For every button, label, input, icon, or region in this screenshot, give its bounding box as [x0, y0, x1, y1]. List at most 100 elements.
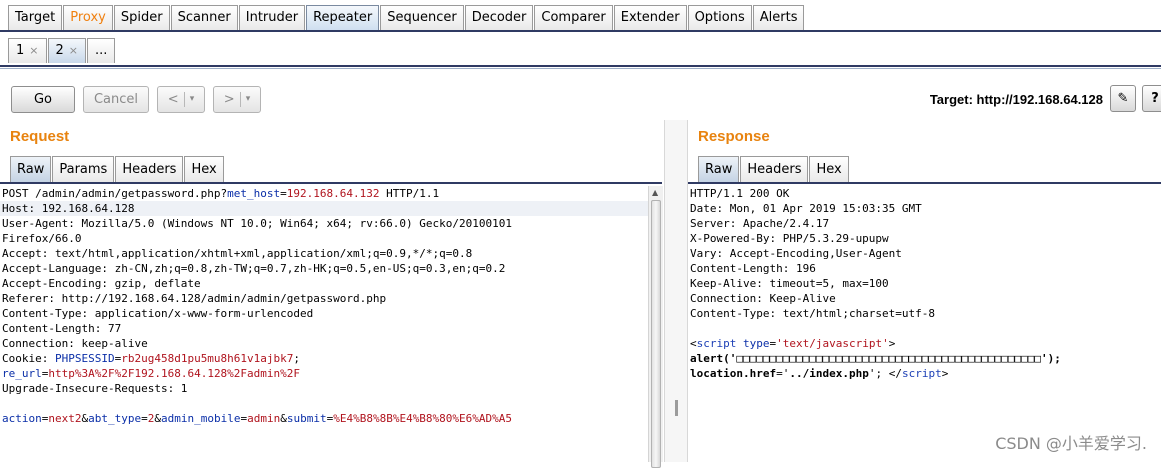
- response-text-segment: script: [696, 337, 737, 350]
- new-repeater-tab-button[interactable]: ...: [87, 38, 116, 63]
- scrollbar-thumb[interactable]: [651, 200, 661, 468]
- cancel-button[interactable]: Cancel: [83, 86, 149, 113]
- button-separator: [239, 92, 241, 107]
- request-text-segment: Upgrade-Insecure-Requests: 1: [2, 382, 188, 395]
- response-tab-divider: [688, 182, 1161, 184]
- pane-splitter[interactable]: [664, 120, 688, 462]
- repeater-tab-2[interactable]: 2 ×: [47, 38, 86, 63]
- back-history-dropdown-icon[interactable]: ▾: [190, 87, 195, 112]
- response-text-segment: [736, 337, 743, 350]
- request-text-segment: Referer: http://192.168.64.128/admin/adm…: [2, 292, 387, 305]
- request-line: [0, 396, 648, 411]
- repeater-tab-label: ...: [95, 43, 108, 58]
- tab-decoder[interactable]: Decoder: [464, 5, 534, 30]
- close-icon[interactable]: ×: [29, 39, 38, 63]
- tab-scanner[interactable]: Scanner: [170, 5, 238, 30]
- response-text-segment: (': [723, 352, 737, 365]
- repeater-tab-1[interactable]: 1 ×: [8, 38, 47, 63]
- repeater-tab-divider: [0, 65, 1161, 67]
- request-line: Content-Type: application/x-www-form-url…: [0, 306, 648, 321]
- response-line: Content-Type: text/html;charset=utf-8: [688, 306, 1161, 321]
- request-line: Accept: text/html,application/xhtml+xml,…: [0, 246, 648, 261]
- request-line: POST /admin/admin/getpassword.php?met_ho…: [0, 186, 648, 201]
- request-text-segment: Accept-Language: zh-CN,zh;q=0.8,zh-TW;q=…: [2, 262, 506, 275]
- request-tab-raw[interactable]: Raw: [10, 156, 52, 182]
- tab-options[interactable]: Options: [687, 5, 752, 30]
- request-tab-headers[interactable]: Headers: [115, 156, 184, 182]
- response-line: Server: Apache/2.4.17: [688, 216, 1161, 231]
- request-text-segment: http%3A%2F%2F192.168.64.128%2Fadmin%2F: [48, 367, 301, 380]
- repeater-tab-divider-light: [0, 68, 1161, 69]
- request-text-segment: PHPSESSID: [54, 352, 115, 365]
- request-editor[interactable]: POST /admin/admin/getpassword.php?met_ho…: [0, 186, 648, 462]
- response-text-segment: Date: Mon, 01 Apr 2019 15:03:35 GMT: [690, 202, 922, 215]
- response-view-tabs: Raw Headers Hex: [698, 156, 850, 182]
- tab-target[interactable]: Target: [8, 5, 63, 30]
- response-text-segment: Keep-Alive: timeout=5, max=100: [690, 277, 889, 290]
- response-text-segment: ../index.php: [789, 367, 869, 380]
- response-tab-raw[interactable]: Raw: [698, 156, 740, 182]
- response-line: Vary: Accept-Encoding,User-Agent: [688, 246, 1161, 261]
- response-tab-hex[interactable]: Hex: [809, 156, 849, 182]
- tab-proxy[interactable]: Proxy: [63, 5, 113, 30]
- request-text-segment: admin: [247, 412, 281, 425]
- response-text-segment: script: [901, 367, 942, 380]
- pencil-icon: ✎: [1117, 91, 1129, 106]
- main-tab-row: Target Proxy Spider Scanner Intruder Repeater…: [8, 5, 805, 30]
- request-line: Accept-Language: zh-CN,zh;q=0.8,zh-TW;q=…: [0, 261, 648, 276]
- repeater-toolbar: Go Cancel < ▾ > ▾ Target: http://192.168…: [0, 70, 1161, 120]
- response-text-segment: Server: Apache/2.4.17: [690, 217, 830, 230]
- splitter-grip-icon[interactable]: [675, 400, 678, 416]
- request-text-segment: Cookie:: [2, 352, 55, 365]
- request-text-segment: admin_mobile: [160, 412, 241, 425]
- response-line: alert('□□□□□□□□□□□□□□□□□□□□□□□□□□□□□□□□□…: [688, 351, 1161, 366]
- response-line: HTTP/1.1 200 OK: [688, 186, 1161, 201]
- tab-comparer[interactable]: Comparer: [534, 5, 613, 30]
- repeater-tab-label: 2: [55, 43, 64, 58]
- tab-intruder[interactable]: Intruder: [238, 5, 306, 30]
- edit-target-button[interactable]: ✎: [1110, 85, 1136, 112]
- request-text-segment: action: [2, 412, 42, 425]
- csdn-watermark: CSDN @小羊爱学习.: [995, 434, 1147, 453]
- request-text-segment: abt_type: [88, 412, 142, 425]
- request-text-segment: Content-Length: 77: [2, 322, 122, 335]
- response-tab-headers[interactable]: Headers: [740, 156, 809, 182]
- request-text-segment: Firefox/66.0: [2, 232, 82, 245]
- help-icon: ?: [1151, 91, 1159, 106]
- request-text-segment: 192.168.64.132: [286, 187, 380, 200]
- tab-alerts[interactable]: Alerts: [752, 5, 805, 30]
- go-button[interactable]: Go: [11, 86, 75, 113]
- back-button[interactable]: < ▾: [157, 86, 205, 113]
- request-scrollbar[interactable]: ▲: [648, 186, 663, 468]
- request-text-segment: next2: [48, 412, 82, 425]
- forward-button[interactable]: > ▾: [213, 86, 261, 113]
- close-icon[interactable]: ×: [69, 39, 78, 63]
- tab-extender[interactable]: Extender: [613, 5, 687, 30]
- response-line: X-Powered-By: PHP/5.3.29-upupw: [688, 231, 1161, 246]
- tab-sequencer[interactable]: Sequencer: [380, 5, 464, 30]
- request-line: action=next2&abt_type=2&admin_mobile=adm…: [0, 411, 648, 426]
- response-text-segment: Connection: Keep-Alive: [690, 292, 836, 305]
- response-line: <script type='text/javascript'>: [688, 336, 1161, 351]
- response-text-segment: HTTP/1.1 200 OK: [690, 187, 790, 200]
- response-editor[interactable]: HTTP/1.1 200 OK Date: Mon, 01 Apr 2019 15…: [688, 186, 1161, 462]
- tab-repeater[interactable]: Repeater: [306, 5, 380, 30]
- response-text-segment: □□□□□□□□□□□□□□□□□□□□□□□□□□□□□□□□□□□□□□□□…: [736, 352, 1042, 365]
- request-text-segment: Accept-Encoding: gzip, deflate: [2, 277, 201, 290]
- help-button[interactable]: ?: [1142, 85, 1161, 112]
- request-text-segment: User-Agent: Mozilla/5.0 (Windows NT 10.0…: [2, 217, 512, 230]
- response-text-segment: location.href: [690, 367, 777, 380]
- request-tab-params[interactable]: Params: [52, 156, 115, 182]
- request-line: Accept-Encoding: gzip, deflate: [0, 276, 648, 291]
- request-text-segment: Accept: text/html,application/xhtml+xml,…: [2, 247, 473, 260]
- repeater-tab-label: 1: [16, 43, 25, 58]
- response-text-segment: Content-Length: 196: [690, 262, 816, 275]
- forward-history-dropdown-icon[interactable]: ▾: [246, 87, 251, 112]
- request-line: Content-Length: 77: [0, 321, 648, 336]
- scroll-up-arrow-icon[interactable]: ▲: [652, 188, 658, 197]
- repeater-tab-row: 1 × 2 ×...: [8, 38, 116, 63]
- request-title: Request: [10, 128, 70, 145]
- target-label: Target: http://192.168.64.128: [929, 92, 1103, 107]
- tab-spider[interactable]: Spider: [113, 5, 170, 30]
- request-tab-hex[interactable]: Hex: [184, 156, 224, 182]
